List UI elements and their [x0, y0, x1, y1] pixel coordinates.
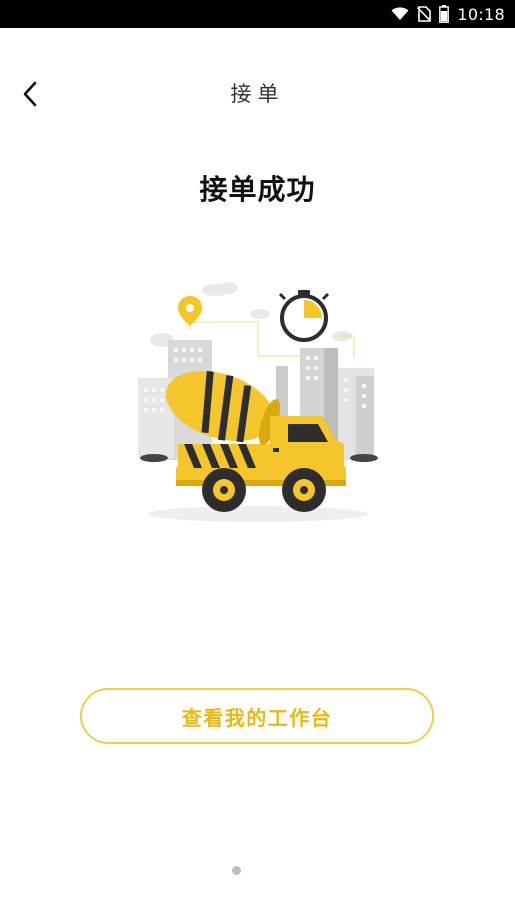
navigation-bar: 接单 [0, 28, 515, 162]
wifi-icon [391, 7, 409, 21]
page-title: 接单 [230, 82, 285, 106]
status-icons: 10:18 [391, 0, 505, 28]
success-title: 接单成功 [199, 173, 316, 206]
view-my-workbench-label: 查看我的工作台 [181, 705, 333, 730]
view-my-workbench-button[interactable]: 查看我的工作台 [80, 688, 434, 744]
page-indicator-dot [232, 866, 241, 875]
status-time: 10:18 [457, 4, 505, 24]
status-bar: 10:18 [0, 0, 515, 28]
battery-icon [439, 5, 450, 23]
no-sim-icon [417, 6, 432, 22]
order-accepted-screen: 10:18 接单 接单成功 查看我的工作台 [0, 0, 515, 917]
cement-mixer-truck-illustration [128, 276, 390, 526]
